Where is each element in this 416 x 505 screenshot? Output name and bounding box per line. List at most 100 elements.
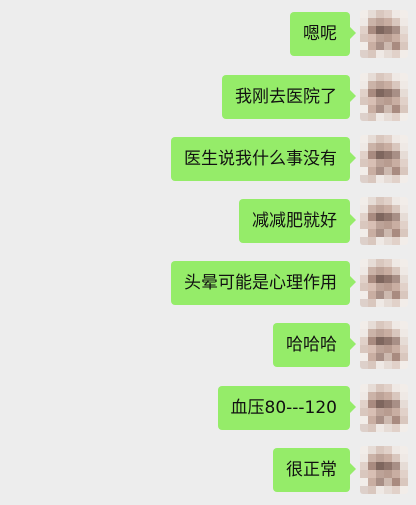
avatar-pixel xyxy=(392,89,400,97)
user-avatar[interactable] xyxy=(360,259,408,307)
avatar-pixel xyxy=(376,97,384,105)
avatar-pixel xyxy=(368,42,376,50)
message-bubble[interactable]: 血压80---120 xyxy=(217,386,357,430)
message-bubble[interactable]: 嗯呢 xyxy=(290,12,356,56)
avatar-pixel xyxy=(400,291,408,299)
user-avatar[interactable] xyxy=(360,73,408,121)
user-avatar[interactable] xyxy=(360,10,408,58)
avatar-pixel xyxy=(368,159,376,167)
avatar-pixel xyxy=(384,424,392,432)
avatar-pixel xyxy=(400,175,408,183)
avatar-pixel xyxy=(384,50,392,58)
avatar-pixel xyxy=(376,42,384,50)
avatar-pixel xyxy=(376,197,384,205)
avatar-pixel xyxy=(360,291,368,299)
avatar-pixel xyxy=(392,329,400,337)
avatar-pixel xyxy=(360,361,368,369)
avatar-pixel xyxy=(384,267,392,275)
avatar-pixel xyxy=(392,197,400,205)
avatar-pixel xyxy=(400,299,408,307)
avatar-pixel xyxy=(360,221,368,229)
avatar-pixel xyxy=(392,42,400,50)
avatar-pixel xyxy=(392,478,400,486)
user-avatar[interactable] xyxy=(360,446,408,494)
avatar-pixel xyxy=(376,446,384,454)
avatar-pixel xyxy=(384,97,392,105)
avatar-pixel xyxy=(368,26,376,34)
avatar-pixel xyxy=(392,267,400,275)
avatar-pixel xyxy=(392,275,400,283)
user-avatar[interactable] xyxy=(360,197,408,245)
avatar-pixel xyxy=(360,384,368,392)
avatar-pixel xyxy=(360,197,368,205)
avatar-pixel xyxy=(368,167,376,175)
message-bubble[interactable]: 我刚去医院了 xyxy=(222,75,356,119)
avatar-pixel xyxy=(360,446,368,454)
avatar-pixel xyxy=(392,105,400,113)
avatar-pixel xyxy=(384,34,392,42)
message-bubble[interactable]: 很正常 xyxy=(273,448,356,492)
avatar-pixel xyxy=(392,454,400,462)
avatar-pixel xyxy=(384,159,392,167)
avatar-pixel xyxy=(400,259,408,267)
avatar-pixel xyxy=(376,259,384,267)
avatar-pixel xyxy=(368,143,376,151)
avatar-pixel xyxy=(360,213,368,221)
message-row: 我刚去医院了 xyxy=(0,73,416,125)
avatar-pixel xyxy=(392,424,400,432)
avatar-pixel xyxy=(392,73,400,81)
avatar-pixel xyxy=(384,197,392,205)
avatar-pixel xyxy=(368,446,376,454)
avatar-pixel xyxy=(360,345,368,353)
avatar-pixel xyxy=(384,143,392,151)
avatar-pixel xyxy=(376,26,384,34)
avatar-pixel xyxy=(360,321,368,329)
avatar-pixel xyxy=(392,229,400,237)
avatar-pixel xyxy=(384,135,392,143)
avatar-pixel xyxy=(360,353,368,361)
avatar-pixel xyxy=(376,384,384,392)
avatar-pixel xyxy=(360,89,368,97)
message-bubble[interactable]: 减减肥就好 xyxy=(239,199,356,243)
avatar-pixel xyxy=(384,205,392,213)
avatar-pixel xyxy=(392,337,400,345)
avatar-pixel xyxy=(360,105,368,113)
avatar-pixel xyxy=(392,18,400,26)
user-avatar[interactable] xyxy=(360,135,408,183)
avatar-pixel xyxy=(368,237,376,245)
avatar-pixel xyxy=(368,283,376,291)
avatar-pixel xyxy=(384,408,392,416)
user-avatar[interactable] xyxy=(360,384,408,432)
avatar-pixel xyxy=(400,424,408,432)
avatar-pixel xyxy=(384,151,392,159)
avatar-pixel xyxy=(360,143,368,151)
avatar-pixel xyxy=(376,221,384,229)
avatar-pixel xyxy=(400,105,408,113)
avatar-pixel xyxy=(392,135,400,143)
avatar-pixel xyxy=(392,400,400,408)
avatar-pixel xyxy=(400,408,408,416)
avatar-pixel xyxy=(384,175,392,183)
message-bubble[interactable]: 头晕可能是心理作用 xyxy=(171,261,356,305)
user-avatar[interactable] xyxy=(360,321,408,369)
avatar-pixel xyxy=(376,361,384,369)
avatar-pixel xyxy=(400,221,408,229)
avatar-pixel xyxy=(392,321,400,329)
avatar-pixel xyxy=(400,321,408,329)
avatar-pixel xyxy=(376,275,384,283)
avatar-pixel xyxy=(368,10,376,18)
avatar-pixel xyxy=(384,167,392,175)
avatar-pixel xyxy=(384,478,392,486)
message-bubble[interactable]: 哈哈哈 xyxy=(273,323,356,367)
avatar-pixel xyxy=(400,205,408,213)
avatar-pixel xyxy=(368,299,376,307)
avatar-pixel xyxy=(392,50,400,58)
avatar-pixel xyxy=(376,392,384,400)
avatar-pixel xyxy=(360,151,368,159)
message-bubble[interactable]: 医生说我什么事没有 xyxy=(171,137,356,181)
avatar-pixel xyxy=(376,345,384,353)
avatar-pixel xyxy=(392,291,400,299)
avatar-pixel xyxy=(400,329,408,337)
avatar-pixel xyxy=(360,135,368,143)
avatar-pixel xyxy=(400,42,408,50)
